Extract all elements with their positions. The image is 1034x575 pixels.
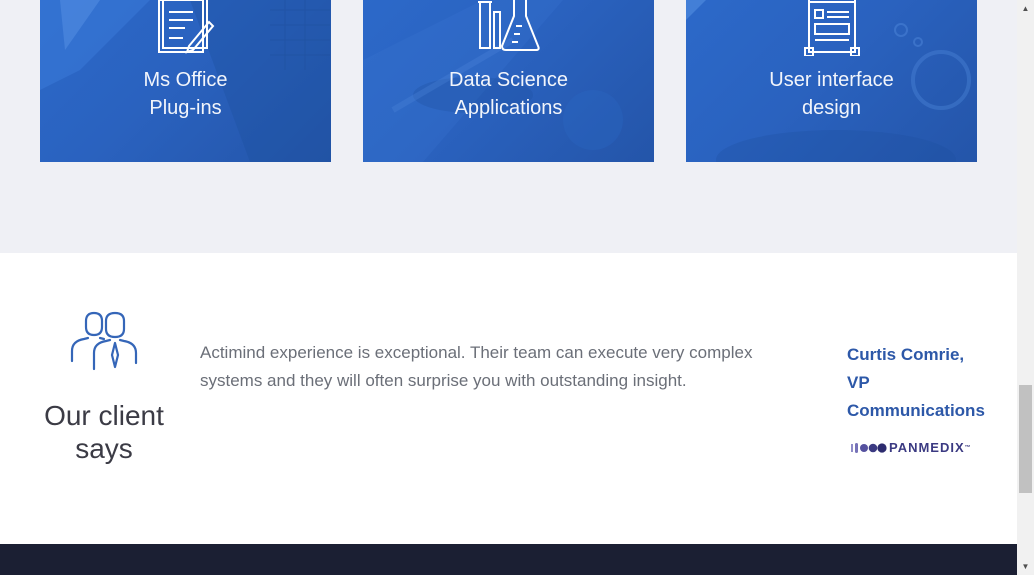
testimonial-quote: Actimind experience is exceptional. Thei… [200, 343, 753, 390]
scroll-thumb[interactable] [1019, 385, 1032, 493]
documents-pen-icon [157, 0, 214, 54]
page: Ms Office Plug-ins Data Science Applicat… [0, 0, 1017, 575]
service-title-line2: Applications [454, 97, 563, 119]
service-title: User interface design [686, 66, 977, 122]
author-name: Curtis Comrie, [847, 345, 965, 364]
scroll-up-arrow-icon[interactable]: ▲ [1017, 0, 1034, 17]
testimonial-heading-line2: says [75, 433, 133, 464]
logo-trademark: ™ [964, 445, 972, 451]
testimonial-heading-line1: Our client [44, 400, 164, 431]
testimonial-section: Our client says Actimind experience is e… [0, 253, 1017, 544]
service-card-ms-office[interactable]: Ms Office Plug-ins [40, 0, 331, 162]
author-department: Communications [847, 401, 985, 420]
service-title-line2: design [802, 97, 861, 119]
lab-flask-icon [477, 0, 540, 51]
ui-wireframe-icon [803, 0, 860, 56]
service-title-line1: User interface [769, 69, 894, 91]
testimonial-heading: Our client says [30, 399, 178, 465]
service-title-line1: Ms Office [143, 69, 228, 91]
people-icon [70, 311, 138, 371]
company-logo: PANMEDIX ™ [851, 441, 972, 455]
logo-wordmark: PANMEDIX [889, 440, 965, 455]
service-card-ui-design[interactable]: User interface design [686, 0, 977, 162]
service-title: Ms Office Plug-ins [40, 66, 331, 122]
logo-dots-mark [851, 443, 887, 453]
author-role: VP [847, 373, 870, 392]
vertical-scrollbar[interactable]: ▲ ▼ [1017, 0, 1034, 575]
services-section: Ms Office Plug-ins Data Science Applicat… [0, 0, 1017, 253]
scroll-down-arrow-icon[interactable]: ▼ [1017, 558, 1034, 575]
testimonial-author: Curtis Comrie, VP Communications [847, 341, 1007, 425]
service-card-data-science[interactable]: Data Science Applications [363, 0, 654, 162]
service-title-line2: Plug-ins [149, 97, 222, 119]
service-title: Data Science Applications [363, 66, 654, 122]
service-title-line1: Data Science [449, 69, 568, 91]
footer [0, 544, 1017, 575]
